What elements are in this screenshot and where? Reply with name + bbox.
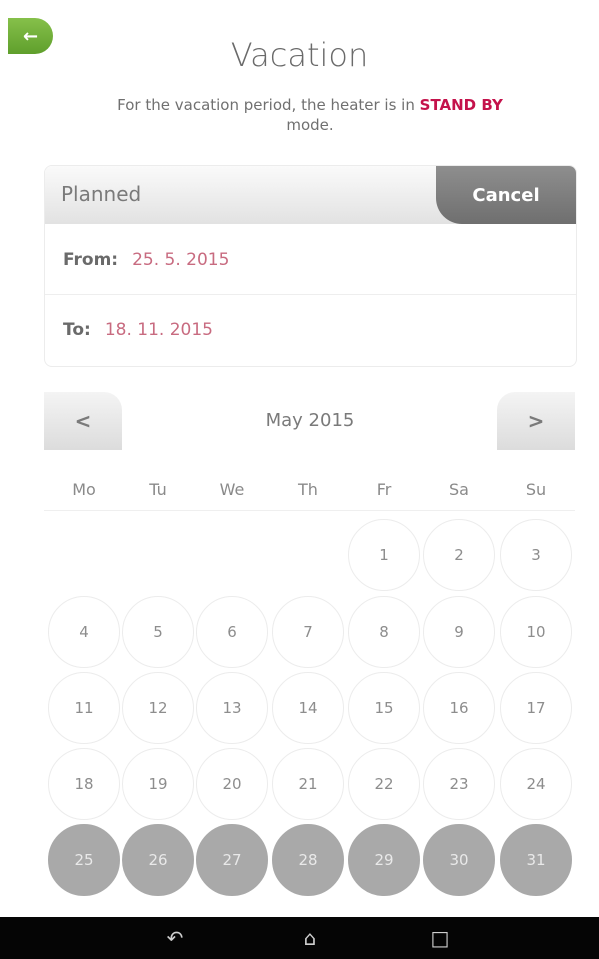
day-5[interactable]: 5	[122, 596, 194, 668]
subtitle-prefix: For the vacation period, the heater is i…	[117, 96, 415, 114]
day-27[interactable]: 27	[196, 824, 268, 896]
day-16[interactable]: 16	[423, 672, 495, 744]
planned-card: Planned Cancel From: 25. 5. 2015 To: 18.…	[44, 165, 577, 367]
day-23[interactable]: 23	[423, 748, 495, 820]
standby-highlight: STAND BY	[419, 96, 503, 114]
weekday-su: Su	[525, 480, 547, 499]
day-1[interactable]: 1	[348, 519, 420, 591]
weekday-fr: Fr	[376, 480, 392, 499]
day-19[interactable]: 19	[122, 748, 194, 820]
to-label: To:	[63, 320, 91, 340]
day-18[interactable]: 18	[48, 748, 120, 820]
day-14[interactable]: 14	[272, 672, 344, 744]
home-nav-icon[interactable]: ⌂	[295, 927, 325, 949]
weekday-we: We	[219, 480, 245, 499]
vacation-description: For the vacation period, the heater is i…	[60, 95, 560, 135]
day-6[interactable]: 6	[196, 596, 268, 668]
planned-header: Planned Cancel	[45, 166, 576, 224]
day-13[interactable]: 13	[196, 672, 268, 744]
day-30[interactable]: 30	[423, 824, 495, 896]
weekday-th: Th	[298, 480, 318, 499]
cancel-button[interactable]: Cancel	[436, 166, 576, 224]
weekday-sa: Sa	[449, 480, 469, 499]
day-31[interactable]: 31	[500, 824, 572, 896]
subtitle-suffix: mode.	[286, 116, 334, 134]
day-9[interactable]: 9	[423, 596, 495, 668]
recent-apps-icon[interactable]: □	[425, 927, 455, 949]
day-12[interactable]: 12	[122, 672, 194, 744]
day-11[interactable]: 11	[48, 672, 120, 744]
day-29[interactable]: 29	[348, 824, 420, 896]
day-25[interactable]: 25	[48, 824, 120, 896]
weekday-tu: Tu	[149, 480, 167, 499]
weekday-divider	[44, 510, 575, 511]
day-7[interactable]: 7	[272, 596, 344, 668]
day-2[interactable]: 2	[423, 519, 495, 591]
day-22[interactable]: 22	[348, 748, 420, 820]
day-10[interactable]: 10	[500, 596, 572, 668]
next-month-button[interactable]: >	[497, 392, 575, 450]
from-label: From:	[63, 250, 119, 270]
day-26[interactable]: 26	[122, 824, 194, 896]
to-row[interactable]: To: 18. 11. 2015	[45, 296, 576, 364]
from-row[interactable]: From: 25. 5. 2015	[45, 226, 576, 295]
planned-label: Planned	[61, 182, 142, 206]
to-date[interactable]: 18. 11. 2015	[105, 320, 213, 340]
system-navigation-bar: ↶ ⌂ □	[0, 917, 599, 959]
back-nav-icon[interactable]: ↶	[160, 927, 190, 949]
day-20[interactable]: 20	[196, 748, 268, 820]
from-date[interactable]: 25. 5. 2015	[132, 250, 229, 270]
page-title: Vacation	[230, 36, 369, 74]
day-8[interactable]: 8	[348, 596, 420, 668]
weekday-mo: Mo	[72, 480, 96, 499]
day-24[interactable]: 24	[500, 748, 572, 820]
day-28[interactable]: 28	[272, 824, 344, 896]
day-17[interactable]: 17	[500, 672, 572, 744]
day-15[interactable]: 15	[348, 672, 420, 744]
day-3[interactable]: 3	[500, 519, 572, 591]
day-21[interactable]: 21	[272, 748, 344, 820]
day-4[interactable]: 4	[48, 596, 120, 668]
